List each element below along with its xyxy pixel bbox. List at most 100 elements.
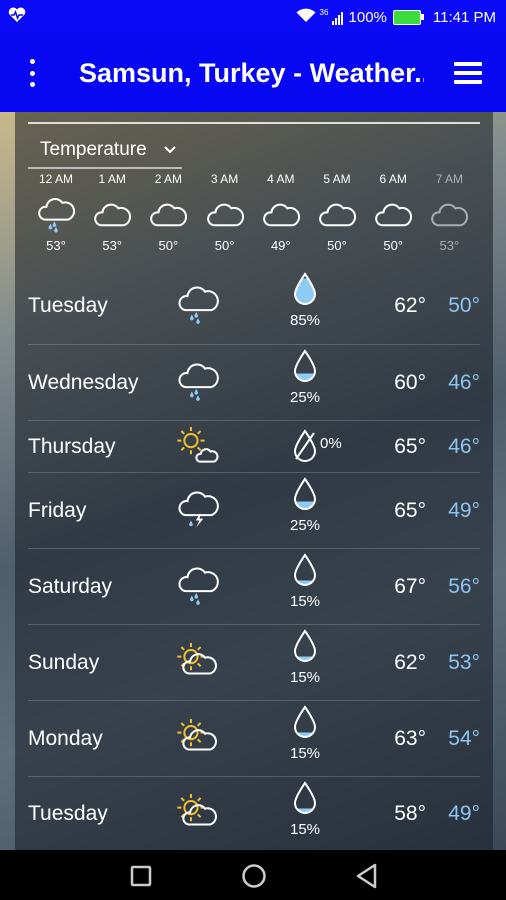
day-name: Tuesday xyxy=(28,294,108,317)
daily-row[interactable]: Wednesday 25% 60° 46° xyxy=(28,344,480,421)
hourly-item: 4 AM 49° xyxy=(253,172,309,253)
hour-label: 5 AM xyxy=(323,172,351,186)
raindrop-icon xyxy=(292,629,318,668)
app-title: Samsun, Turkey - Weather... xyxy=(79,58,424,88)
low-temp: 53° xyxy=(448,651,480,674)
clock: 11:41 PM xyxy=(432,9,496,26)
metric-dropdown-label: Temperature xyxy=(40,139,147,160)
day-name: Tuesday xyxy=(28,802,108,825)
hour-temp: 50° xyxy=(158,238,179,253)
raindrop-icon xyxy=(292,781,318,820)
daily-row[interactable]: Thursday 0% 65° 46° xyxy=(28,420,480,473)
hourly-item: 2 AM 50° xyxy=(140,172,196,253)
hour-label: 6 AM xyxy=(379,172,407,186)
app-bar: Samsun, Turkey - Weather... xyxy=(0,34,506,112)
cloud-icon xyxy=(309,190,365,238)
battery-percent: 100% xyxy=(348,9,387,26)
low-temp: 46° xyxy=(448,435,480,458)
high-temp: 65° xyxy=(394,499,426,522)
hourly-item: 1 AM 53° xyxy=(84,172,140,253)
status-bar: 36 100% 11:41 PM xyxy=(0,0,506,34)
metric-dropdown[interactable]: Temperature xyxy=(28,133,182,169)
cloud-rain-icon xyxy=(176,359,220,408)
precip-percent: 15% xyxy=(289,821,321,838)
high-temp: 60° xyxy=(394,371,426,394)
low-temp: 54° xyxy=(448,727,480,750)
cloud-icon xyxy=(197,190,253,238)
hour-temp: 50° xyxy=(214,238,235,253)
hourly-item: 5 AM 50° xyxy=(309,172,365,253)
daily-row[interactable]: Friday 25% 65° 49° xyxy=(28,472,480,549)
sun-cloud-icon xyxy=(176,423,220,472)
day-name: Saturday xyxy=(28,575,113,598)
daily-row[interactable]: Tuesday 15% 58° 49° xyxy=(28,776,480,851)
precip-percent: 15% xyxy=(289,745,321,762)
hour-label: 3 AM xyxy=(210,172,239,186)
hour-temp: 50° xyxy=(327,238,347,253)
high-temp: 62° xyxy=(394,651,426,674)
hour-temp: 53° xyxy=(102,238,123,253)
raindrop-icon xyxy=(292,429,318,468)
day-name: Sunday xyxy=(28,651,100,674)
precip-percent: 25% xyxy=(289,517,321,534)
partly-cloudy-icon xyxy=(176,639,220,688)
high-temp: 65° xyxy=(394,435,426,458)
partly-cloudy-icon xyxy=(176,790,220,839)
high-temp: 63° xyxy=(394,727,426,750)
hour-temp: 50° xyxy=(383,238,404,253)
hourly-item: 7 AM 53° xyxy=(421,172,477,253)
hour-temp: 49° xyxy=(270,238,291,253)
precip-percent: 15% xyxy=(289,669,321,686)
hourly-item: 3 AM 50° xyxy=(197,172,253,253)
cloud-icon xyxy=(365,190,421,238)
high-temp: 58° xyxy=(394,802,426,825)
navigation-bar xyxy=(0,850,506,900)
raindrop-icon xyxy=(292,705,318,744)
low-temp: 46° xyxy=(448,371,480,394)
cloud-icon xyxy=(140,190,196,238)
hour-temp: 53° xyxy=(439,238,460,253)
overflow-menu-icon[interactable] xyxy=(20,59,44,87)
wifi-icon xyxy=(296,8,316,27)
hamburger-menu-icon[interactable] xyxy=(454,62,482,84)
hour-label: 12 AM xyxy=(38,172,74,186)
high-temp: 62° xyxy=(394,294,426,317)
partly-cloudy-icon xyxy=(176,715,220,764)
daily-row[interactable]: Tuesday 85% 62° 50° xyxy=(28,268,480,344)
precip-percent: 0% xyxy=(320,435,342,452)
signal-icon: 36 xyxy=(320,8,343,25)
high-temp: 67° xyxy=(394,575,426,598)
cloud-rain-icon xyxy=(28,190,84,238)
battery-icon xyxy=(392,10,424,25)
daily-row[interactable]: Monday 15% 63° 54° xyxy=(28,700,480,777)
hour-label: 2 AM xyxy=(154,172,183,186)
day-name: Friday xyxy=(28,499,87,522)
precip-percent: 15% xyxy=(289,593,321,610)
cloud-icon xyxy=(84,190,140,238)
hourly-item: 12 AM 53° xyxy=(28,172,84,253)
cloud-icon xyxy=(421,190,477,238)
day-name: Monday xyxy=(28,727,103,750)
hour-label: 1 AM xyxy=(98,172,126,186)
hour-temp: 53° xyxy=(46,238,66,253)
hourly-forecast[interactable]: 12 AM 53° 1 AM 53° 2 AM 50° 3 AM 50° 4 AM 49… xyxy=(28,172,478,268)
low-temp: 50° xyxy=(448,294,480,317)
back-triangle-icon[interactable] xyxy=(355,863,379,894)
daily-row[interactable]: Sunday 15% 62° 53° xyxy=(28,624,480,701)
day-name: Thursday xyxy=(28,435,116,458)
raindrop-icon xyxy=(292,349,318,388)
divider xyxy=(28,122,480,124)
recents-square-icon[interactable] xyxy=(130,865,152,892)
daily-row[interactable]: Saturday 15% 67° 56° xyxy=(28,548,480,625)
cloud-rain-icon xyxy=(176,563,220,612)
hour-label: 4 AM xyxy=(267,172,295,186)
home-circle-icon[interactable] xyxy=(241,863,267,894)
low-temp: 49° xyxy=(448,499,480,522)
low-temp: 49° xyxy=(448,802,480,825)
cloud-rain-icon xyxy=(176,282,220,331)
hourly-item: 6 AM 50° xyxy=(365,172,421,253)
thunderstorm-icon xyxy=(176,487,220,536)
heart-rate-icon xyxy=(8,7,26,27)
hour-label: 7 AM xyxy=(435,172,464,186)
low-temp: 56° xyxy=(448,575,480,598)
